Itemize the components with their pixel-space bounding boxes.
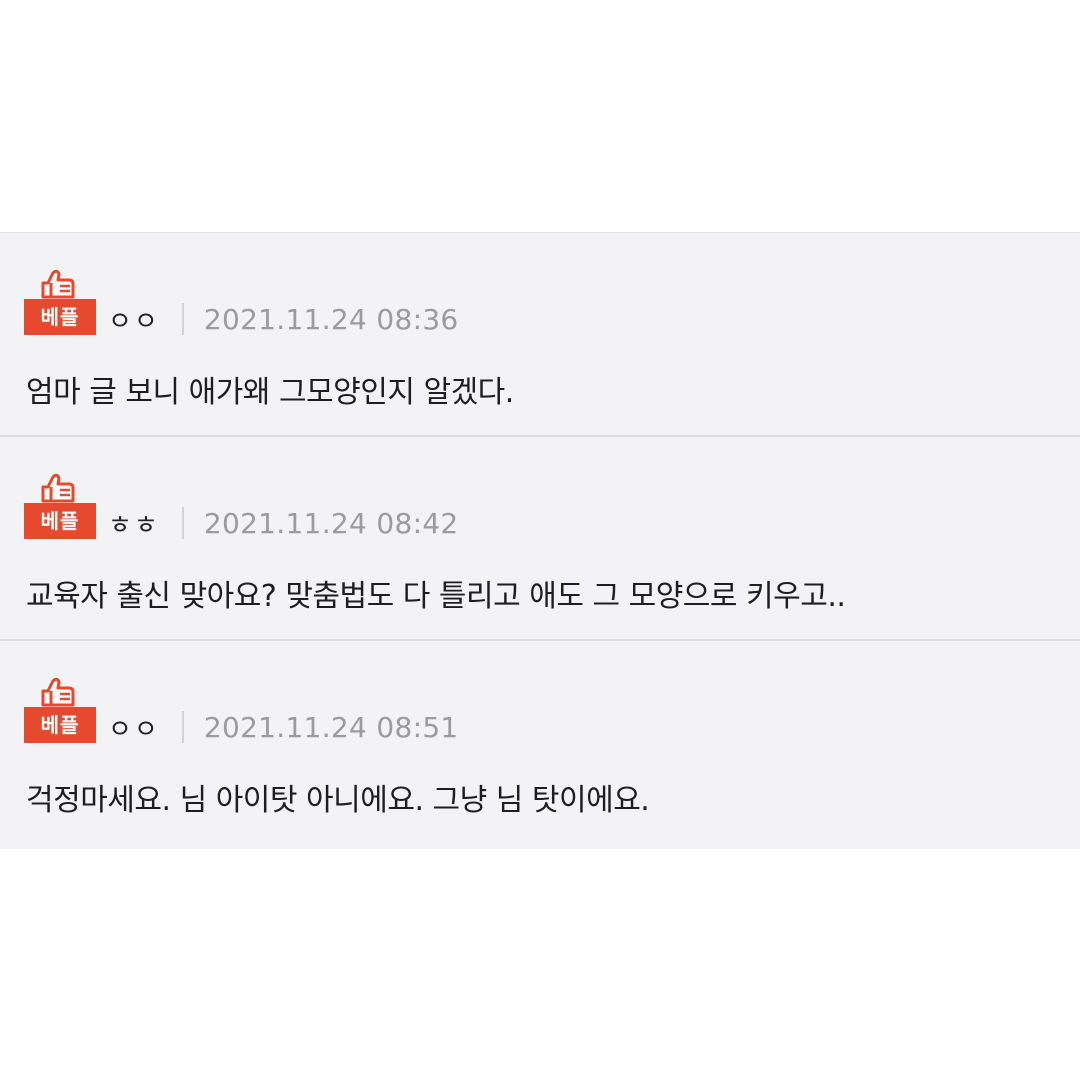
comment-author[interactable]: ㅎㅎ bbox=[108, 505, 160, 542]
comment-author[interactable]: ㅇㅇ bbox=[108, 709, 160, 746]
comment-item: 베플 ㅎㅎ 2021.11.24 08:42 교육자 출신 맞아요? 맞춤법도 … bbox=[0, 437, 1080, 641]
meta-divider bbox=[181, 507, 184, 539]
best-reply-badge: 베플 bbox=[24, 675, 96, 745]
best-reply-badge: 베플 bbox=[24, 471, 96, 541]
comment-text: 걱정마세요. 님 아이탓 아니에요. 그냥 님 탓이에요. bbox=[26, 783, 650, 818]
comment-meta: ㅎㅎ 2021.11.24 08:42 bbox=[108, 505, 459, 541]
meta-divider bbox=[181, 711, 184, 743]
comment-author[interactable]: ㅇㅇ bbox=[108, 301, 160, 338]
comment-date: 2021.11.24 08:51 bbox=[203, 710, 459, 744]
best-badge-label: 베플 bbox=[40, 713, 80, 737]
meta-divider bbox=[181, 303, 184, 335]
best-reply-badge: 베플 bbox=[24, 267, 96, 337]
comment-item: 베플 ㅇㅇ 2021.11.24 08:51 걱정마세요. 님 아이탓 아니에요… bbox=[0, 641, 1080, 845]
comment-text: 엄마 글 보니 애가왜 그모양인지 알겠다. bbox=[26, 375, 514, 410]
comment-date: 2021.11.24 08:36 bbox=[203, 302, 459, 336]
best-badge-label: 베플 bbox=[40, 509, 80, 533]
comment-meta: ㅇㅇ 2021.11.24 08:36 bbox=[108, 301, 459, 337]
best-badge-label: 베플 bbox=[40, 305, 80, 329]
comment-text: 교육자 출신 맞아요? 맞춤법도 다 틀리고 애도 그 모양으로 키우고.. bbox=[26, 579, 846, 614]
page: 베플 ㅇㅇ 2021.11.24 08:36 엄마 글 보니 애가왜 그모양인지… bbox=[0, 0, 1080, 1080]
comment-date: 2021.11.24 08:42 bbox=[203, 506, 459, 540]
comment-meta: ㅇㅇ 2021.11.24 08:51 bbox=[108, 709, 459, 745]
best-comment-list: 베플 ㅇㅇ 2021.11.24 08:36 엄마 글 보니 애가왜 그모양인지… bbox=[0, 232, 1080, 849]
comment-item: 베플 ㅇㅇ 2021.11.24 08:36 엄마 글 보니 애가왜 그모양인지… bbox=[0, 233, 1080, 437]
